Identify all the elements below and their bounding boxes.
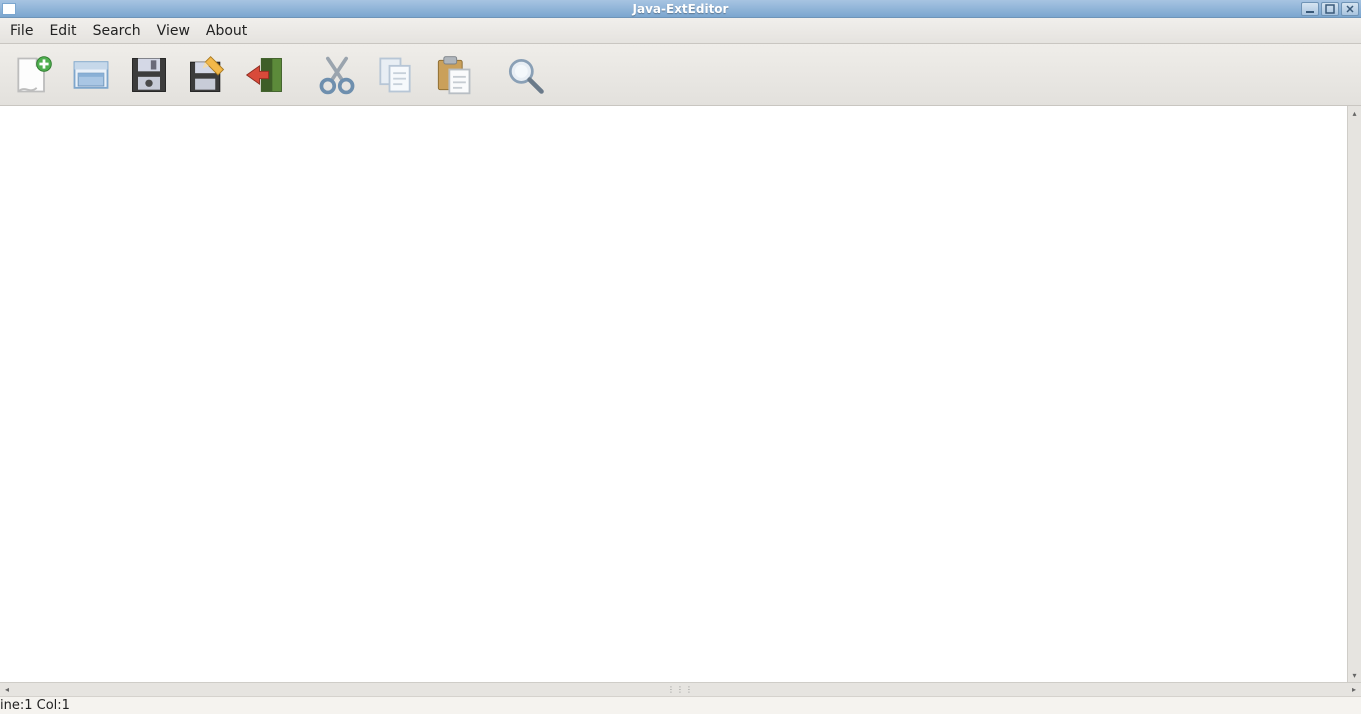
save-icon [127, 53, 171, 97]
cut-button[interactable] [308, 48, 366, 102]
close-button[interactable] [1341, 2, 1359, 16]
scroll-grip-icon: ⋮⋮⋮ [667, 685, 694, 694]
editor-area: ▴ ▾ [0, 106, 1361, 682]
menu-edit[interactable]: Edit [41, 20, 84, 42]
open-folder-icon [69, 53, 113, 97]
horizontal-scrollbar[interactable]: ◂ ⋮⋮⋮ ▸ [0, 682, 1361, 696]
menu-view[interactable]: View [149, 20, 198, 42]
menu-search[interactable]: Search [85, 20, 149, 42]
scroll-down-icon[interactable]: ▾ [1348, 668, 1361, 682]
search-button[interactable] [496, 48, 554, 102]
app-icon [2, 3, 16, 15]
search-icon [503, 53, 547, 97]
menu-file[interactable]: File [2, 20, 41, 42]
save-as-icon [185, 53, 229, 97]
window-controls [1301, 0, 1359, 17]
menu-bar: File Edit Search View About [0, 18, 1361, 44]
cursor-position: ine:1 Col:1 [0, 698, 70, 713]
copy-icon [373, 53, 417, 97]
maximize-button[interactable] [1321, 2, 1339, 16]
status-bar: ine:1 Col:1 [0, 696, 1361, 714]
cut-icon [315, 53, 359, 97]
scroll-right-icon[interactable]: ▸ [1347, 683, 1361, 696]
copy-button[interactable] [366, 48, 424, 102]
exit-icon [243, 53, 287, 97]
title-bar: Java-ExtEditor [0, 0, 1361, 18]
paste-button[interactable] [424, 48, 482, 102]
window-title: Java-ExtEditor [633, 2, 729, 16]
scroll-left-icon[interactable]: ◂ [0, 683, 14, 696]
toolbar [0, 44, 1361, 106]
save-button[interactable] [120, 48, 178, 102]
save-as-button[interactable] [178, 48, 236, 102]
new-file-icon [11, 53, 55, 97]
scroll-up-icon[interactable]: ▴ [1348, 106, 1361, 120]
minimize-button[interactable] [1301, 2, 1319, 16]
text-editor[interactable] [0, 106, 1347, 682]
vertical-scrollbar[interactable]: ▴ ▾ [1347, 106, 1361, 682]
new-file-button[interactable] [4, 48, 62, 102]
paste-icon [431, 53, 475, 97]
exit-button[interactable] [236, 48, 294, 102]
open-button[interactable] [62, 48, 120, 102]
menu-about[interactable]: About [198, 20, 255, 42]
